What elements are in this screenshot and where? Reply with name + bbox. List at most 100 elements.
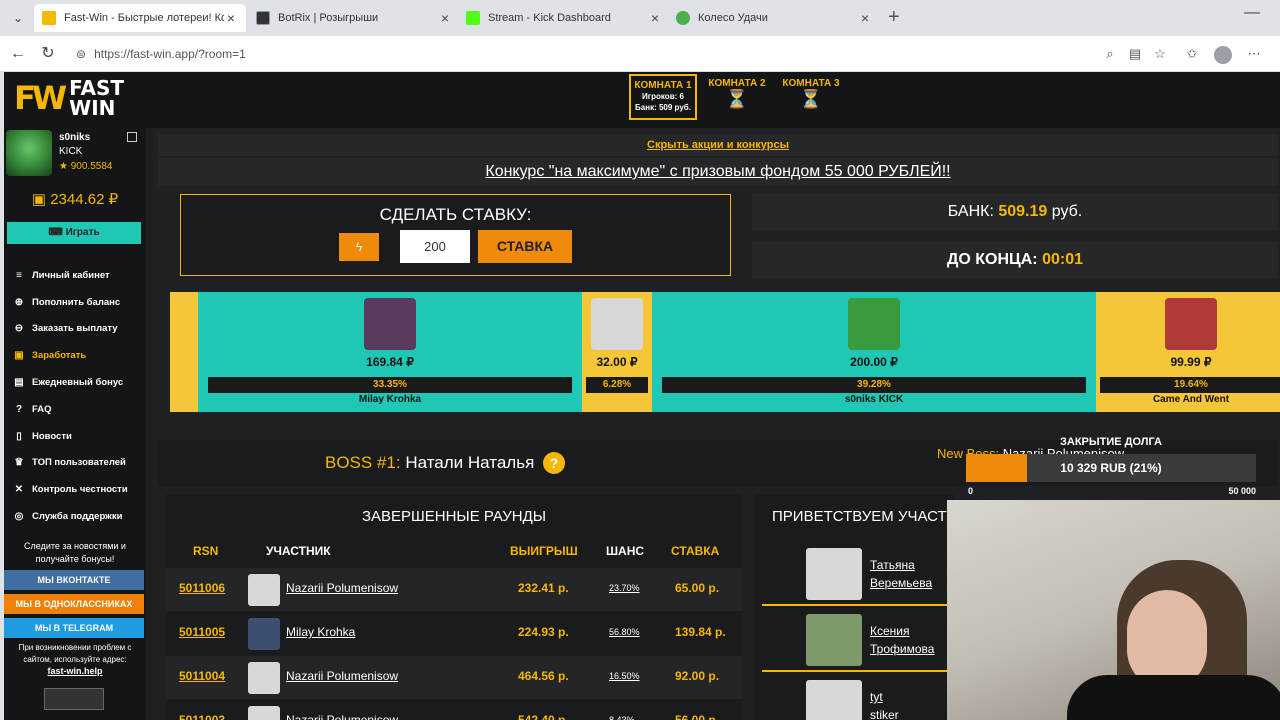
menu-item-icon: ? xyxy=(15,403,23,415)
sidebar-menu-item[interactable]: ⊕ Пополнить баланс xyxy=(12,289,128,316)
profile-icon[interactable] xyxy=(1214,46,1232,64)
roulette-segment: 32.00 ₽6.28% xyxy=(582,292,652,412)
webcam-overlay xyxy=(947,500,1280,720)
minimize-window-icon[interactable]: — xyxy=(1244,4,1260,22)
completed-rounds-table: ЗАВЕРШЕННЫЕ РАУНДЫ RSN УЧАСТНИК ВЫИГРЫШ … xyxy=(166,494,742,720)
telegram-button[interactable]: МЫ В TELEGRAM xyxy=(4,618,144,638)
avatar xyxy=(364,298,416,350)
clover-favicon-icon xyxy=(676,11,690,25)
site-info-icon[interactable]: ⊜ xyxy=(76,47,86,61)
round-link[interactable]: 5011003 xyxy=(179,713,225,720)
round-link[interactable]: 5011005 xyxy=(179,625,225,639)
browser-tab[interactable]: Stream - Kick Dashboard × xyxy=(458,4,670,32)
roulette-strip: 169.84 ₽33.35% Milay Krohka 32.00 ₽6.28% 20… xyxy=(170,292,1280,412)
play-button[interactable]: ⌨ Играть xyxy=(7,222,141,244)
chance-bar: 6.28% xyxy=(586,377,648,393)
list-item[interactable]: Татьяна Веремьева xyxy=(762,542,952,606)
quick-bet-lightning-icon[interactable]: ϟ xyxy=(339,233,379,261)
ok-button[interactable]: МЫ В ОДНОКЛАССНИКАХ xyxy=(4,594,144,614)
vk-button[interactable]: МЫ ВКОНТАКТЕ xyxy=(4,570,144,590)
player-link[interactable]: Milay Krohka xyxy=(286,625,355,639)
sidebar: s0niks KICK ★ 900.5584 ▣ 2344.62 ₽ ⌨ Игр… xyxy=(4,128,146,720)
room-1-tab[interactable]: КОМНАТА 1 Игроков: 6 Банк: 509 руб. xyxy=(629,74,697,120)
room-2-tab[interactable]: КОМНАТА 2 ⏳ xyxy=(703,74,771,120)
browser-tab-bar: ⌄ Fast-Win - Быстрые лотереи! Ком × BotR… xyxy=(0,0,1280,36)
list-item[interactable]: Ксения Трофимова xyxy=(762,608,952,672)
sidebar-menu-item[interactable]: ▯ Новости xyxy=(12,423,128,450)
table-row: 5011004 Nazarii Polumenisow 464.56 р. 16.50… xyxy=(166,656,742,699)
room-3-tab[interactable]: КОМНАТА 3 ⏳ xyxy=(777,74,845,120)
hourglass-icon: ⏳ xyxy=(725,89,749,109)
help-icon[interactable]: ? xyxy=(543,452,566,474)
menu-item-icon: ▤ xyxy=(14,377,24,389)
favorites-icon[interactable]: ✩ xyxy=(1184,46,1200,62)
avatar xyxy=(591,298,643,350)
footer-badge-icon[interactable] xyxy=(44,688,104,710)
room-switcher: КОМНАТА 1 Игроков: 6 Банк: 509 руб. КОМН… xyxy=(629,74,845,120)
close-tab-icon[interactable]: × xyxy=(438,10,452,26)
sidebar-menu-item[interactable]: ▣ Заработать xyxy=(12,342,128,369)
sidebar-menu-item[interactable]: ? FAQ xyxy=(12,396,128,423)
more-menu-icon[interactable]: ⋯ xyxy=(1246,46,1262,62)
bookmark-star-icon[interactable]: ☆ xyxy=(1152,46,1168,62)
hourglass-icon: ⏳ xyxy=(799,89,823,109)
back-icon[interactable]: ← xyxy=(8,44,28,64)
hide-promo-link[interactable]: Скрыть акции и конкурсы xyxy=(158,134,1278,156)
sidebar-menu-item[interactable]: ✕ Контроль честности xyxy=(12,476,128,503)
sidebar-menu: ≡ Личный кабинет ⊕ Пополнить баланс ⊖ Заказат… xyxy=(12,262,128,530)
roulette-segment: 169.84 ₽33.35% Milay Krohka xyxy=(198,292,582,412)
address-bar: ← ↻ ⊜ https://fast-win.app/?room=1 ⌕ ▤ ☆… xyxy=(0,36,1280,72)
reader-mode-icon[interactable]: ▤ xyxy=(1127,46,1143,62)
close-tab-icon[interactable]: × xyxy=(648,10,662,26)
player-link[interactable]: Nazarii Polumenisow xyxy=(286,581,398,595)
chance-link[interactable]: 23.70% xyxy=(609,583,640,593)
avatar xyxy=(248,618,280,650)
new-tab-icon[interactable]: + xyxy=(888,6,900,29)
close-tab-icon[interactable]: × xyxy=(858,10,872,26)
kick-favicon-icon xyxy=(466,11,480,25)
contest-link[interactable]: Конкурс "на максимуме" с призовым фондом… xyxy=(158,158,1278,186)
site-logo[interactable]: FW FAST WIN xyxy=(14,78,124,118)
chance-link[interactable]: 8.43% xyxy=(609,715,635,720)
chance-bar: 39.28% xyxy=(662,377,1086,393)
logout-icon[interactable] xyxy=(127,132,137,142)
logo-text: FAST WIN xyxy=(69,76,125,120)
menu-item-icon: ◎ xyxy=(14,511,24,523)
menu-item-icon: ✕ xyxy=(14,484,24,496)
menu-item-icon: ▣ xyxy=(14,350,24,362)
menu-item-icon: ≡ xyxy=(16,269,22,281)
chance-link[interactable]: 16.50% xyxy=(609,671,640,681)
welcome-panel: ПРИВЕТСТВУЕМ УЧАСТНИКОВ ТатьянаВеремьева… xyxy=(754,494,954,720)
user-card: s0niks KICK ★ 900.5584 xyxy=(4,128,146,184)
tab-list-chevron-icon[interactable]: ⌄ xyxy=(8,8,28,28)
sidebar-menu-item[interactable]: ▤ Ежедневный бонус xyxy=(12,369,128,396)
browser-tab[interactable]: Колесо Удачи × xyxy=(668,4,880,32)
search-icon[interactable]: ⌕ xyxy=(1102,46,1118,62)
avatar[interactable] xyxy=(6,130,52,176)
sidebar-menu-item[interactable]: ≡ Личный кабинет xyxy=(12,262,128,289)
round-link[interactable]: 5011006 xyxy=(179,581,225,595)
player-link[interactable]: Nazarii Polumenisow xyxy=(286,713,398,720)
browser-tab[interactable]: BotRix | Розыгрыши × xyxy=(248,4,460,32)
chance-link[interactable]: 56.80% xyxy=(609,627,640,637)
balance: ▣ 2344.62 ₽ xyxy=(31,191,119,208)
reload-icon[interactable]: ↻ xyxy=(38,44,58,64)
wallet-icon: ▣ xyxy=(31,191,51,208)
url-field[interactable]: ⊜ https://fast-win.app/?room=1 xyxy=(70,41,1130,67)
place-bet-button[interactable]: СТАВКА xyxy=(478,230,572,263)
close-tab-icon[interactable]: × xyxy=(224,10,238,26)
bet-amount-input[interactable]: 200 xyxy=(400,230,470,263)
mirror-link[interactable]: fast-win.help xyxy=(4,666,146,676)
sidebar-menu-item[interactable]: ◎ Служба поддержки xyxy=(12,503,128,530)
avatar xyxy=(1165,298,1217,350)
roulette-segment-partial xyxy=(170,292,198,412)
sidebar-menu-item[interactable]: ⊖ Заказать выплату xyxy=(12,316,128,343)
table-row: 5011003 Nazarii Polumenisow 542.40 р. 8.43%… xyxy=(166,700,742,720)
browser-tab[interactable]: Fast-Win - Быстрые лотереи! Ком × xyxy=(34,4,246,32)
debt-progress: ЗАКРЫТИЕ ДОЛГА 10 329 RUB (21%) 0 50 000 xyxy=(966,436,1256,496)
player-link[interactable]: Nazarii Polumenisow xyxy=(286,669,398,683)
sidebar-menu-item[interactable]: ♛ ТОП пользователей xyxy=(12,450,128,477)
round-link[interactable]: 5011004 xyxy=(179,669,225,683)
chance-bar: 33.35% xyxy=(208,377,572,393)
list-item[interactable]: tyt stiker xyxy=(762,674,952,720)
